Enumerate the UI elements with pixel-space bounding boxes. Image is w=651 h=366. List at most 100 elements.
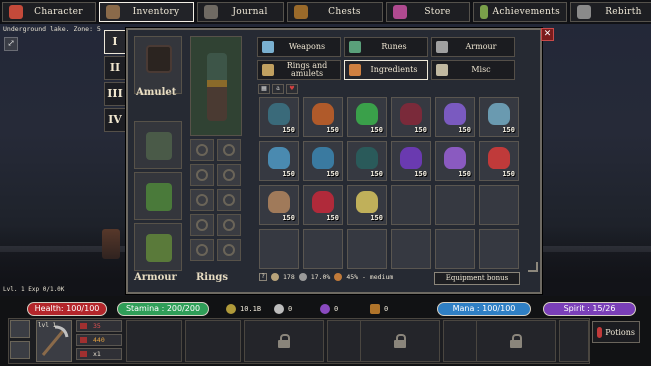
- close-icon[interactable]: ✕: [541, 28, 554, 41]
- resource-2-value: 0: [288, 305, 293, 313]
- ring-slot[interactable]: [190, 189, 214, 211]
- help-icon[interactable]: ?: [259, 273, 267, 281]
- amulet-slot[interactable]: [134, 36, 182, 94]
- category-ingredients[interactable]: Ingredients: [344, 60, 428, 80]
- amulet-label: Amulet: [136, 87, 177, 98]
- blue-crystal-plant-icon: [268, 147, 290, 169]
- equipment-bonus-button[interactable]: Equipment bonus: [434, 272, 520, 285]
- item-slot[interactable]: 150: [259, 141, 299, 181]
- item-quantity: 150: [370, 214, 383, 222]
- item-slot[interactable]: 150: [303, 141, 343, 181]
- empty-item-slot[interactable]: [391, 185, 431, 225]
- nav-tab-chests[interactable]: Chests: [287, 2, 383, 22]
- ring-icon: [196, 169, 208, 181]
- skill-slot[interactable]: [559, 320, 589, 362]
- sort-alpha-button[interactable]: a: [272, 84, 284, 94]
- lock-icon: [278, 334, 290, 348]
- ring-slot[interactable]: [217, 164, 241, 186]
- resource-4-value: 0: [384, 305, 389, 313]
- item-quantity: 150: [370, 170, 383, 178]
- nav-tab-journal[interactable]: Journal: [197, 2, 284, 22]
- empty-item-slot[interactable]: [479, 229, 519, 269]
- category-rings-and-amulets[interactable]: Rings and amulets: [257, 60, 341, 80]
- category-armour[interactable]: Armour: [431, 37, 515, 57]
- ring-icon: [196, 219, 208, 231]
- empty-item-slot[interactable]: [391, 229, 431, 269]
- skill-slot-locked[interactable]: [360, 320, 440, 362]
- armour-slot-chest[interactable]: [134, 121, 182, 169]
- category-weapons[interactable]: Weapons: [257, 37, 341, 57]
- tier-tab-1[interactable]: I: [104, 30, 126, 54]
- ring-icon: [196, 194, 208, 206]
- sword-bonus-icon: [298, 273, 307, 281]
- skill-slot-locked[interactable]: [244, 320, 324, 362]
- weapon-slot-2[interactable]: [10, 341, 30, 359]
- tier-tab-2[interactable]: II: [104, 56, 126, 80]
- skill-slot[interactable]: [185, 320, 241, 362]
- health-bar: Health: 100/100: [27, 302, 107, 316]
- item-quantity: 150: [458, 126, 471, 134]
- tier-tab-4[interactable]: IV: [104, 108, 126, 132]
- category-runes[interactable]: Runes: [344, 37, 428, 57]
- demon-mask-amulet-icon: [146, 45, 172, 73]
- item-slot[interactable]: 150: [303, 97, 343, 137]
- sort-type-button[interactable]: ▦: [258, 84, 270, 94]
- item-quantity: 150: [414, 126, 427, 134]
- item-slot[interactable]: 150: [435, 97, 475, 137]
- ring-slot[interactable]: [217, 139, 241, 161]
- item-slot[interactable]: 150: [259, 97, 299, 137]
- brown-mushroom-icon: [268, 191, 290, 213]
- item-slot[interactable]: 150: [347, 97, 387, 137]
- item-slot[interactable]: 150: [479, 97, 519, 137]
- item-slot[interactable]: 150: [347, 185, 387, 225]
- weapon-multiplier: x1: [76, 348, 122, 360]
- nav-tab-character[interactable]: Character: [2, 2, 96, 22]
- item-slot[interactable]: 150: [391, 97, 431, 137]
- purple-berries-icon: [400, 147, 422, 169]
- nav-tab-store[interactable]: Store: [386, 2, 470, 22]
- item-slot[interactable]: 150: [435, 141, 475, 181]
- ring-slot[interactable]: [190, 139, 214, 161]
- item-grid: 150 150 150 150 150 150 150 150 150 150 150 150 150 1…: [259, 97, 521, 269]
- skill-slot[interactable]: [126, 320, 182, 362]
- category-label: Ingredients: [370, 65, 418, 74]
- skill-slot-locked[interactable]: [476, 320, 556, 362]
- nav-tab-achievements[interactable]: Achievements: [473, 2, 567, 22]
- category-misc[interactable]: Misc: [431, 60, 515, 80]
- item-quantity: 150: [414, 170, 427, 178]
- item-slot[interactable]: 150: [479, 141, 519, 181]
- empty-item-slot[interactable]: [435, 185, 475, 225]
- equipment-column: [134, 36, 186, 274]
- weapon-swap-slots: [10, 320, 34, 362]
- item-slot[interactable]: 150: [347, 141, 387, 181]
- ring-slot[interactable]: [217, 189, 241, 211]
- resource-value: 178: [283, 273, 295, 281]
- item-slot[interactable]: 150: [303, 185, 343, 225]
- ring-slot[interactable]: [217, 214, 241, 236]
- tier-tab-3[interactable]: III: [104, 82, 126, 106]
- empty-item-slot[interactable]: [303, 229, 343, 269]
- gold-resource: 10.1B: [226, 302, 261, 316]
- ring-slot[interactable]: [190, 239, 214, 261]
- sort-favorite-button[interactable]: ♥: [286, 84, 298, 94]
- ring-slot[interactable]: [190, 214, 214, 236]
- resize-handle-icon[interactable]: [528, 262, 538, 272]
- level-exp-label: Lvl. 1 Exp 0/1.0K: [3, 286, 65, 293]
- nav-tab-inventory[interactable]: Inventory: [99, 2, 194, 22]
- empty-item-slot[interactable]: [479, 185, 519, 225]
- item-slot[interactable]: 150: [259, 185, 299, 225]
- weapon-slot-1[interactable]: [10, 320, 30, 338]
- empty-item-slot[interactable]: [347, 229, 387, 269]
- nav-tab-rebirth[interactable]: Rebirth: [570, 2, 651, 22]
- lock-icon: [394, 334, 406, 348]
- ring-slot[interactable]: [190, 164, 214, 186]
- potions-button[interactable]: Potions: [592, 321, 640, 343]
- armour-slot-legs[interactable]: [134, 223, 182, 271]
- expand-icon[interactable]: ⤢: [4, 37, 18, 51]
- empty-item-slot[interactable]: [259, 229, 299, 269]
- item-quantity: 150: [326, 170, 339, 178]
- item-slot[interactable]: 150: [391, 141, 431, 181]
- armour-slot-body[interactable]: [134, 172, 182, 220]
- empty-item-slot[interactable]: [435, 229, 475, 269]
- ring-slot[interactable]: [217, 239, 241, 261]
